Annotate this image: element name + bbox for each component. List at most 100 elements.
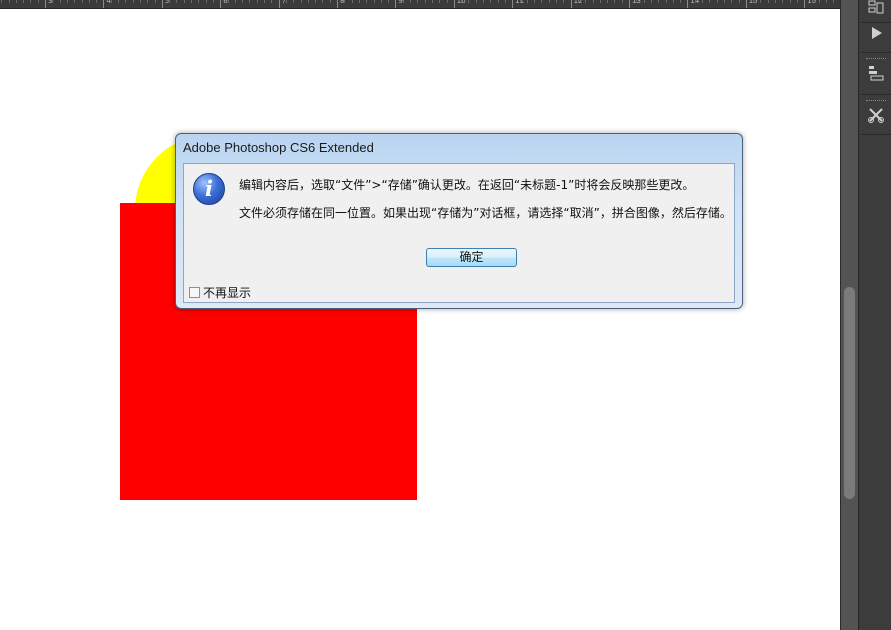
ruler-minor-tick — [431, 0, 433, 3]
dont-show-again-option[interactable]: 不再显示 — [189, 284, 251, 301]
ruler-minor-tick — [191, 0, 192, 3]
ruler-minor-tick — [483, 0, 484, 3]
ruler-minor-tick — [446, 0, 448, 3]
ruler-minor-tick — [1, 0, 3, 3]
ruler-minor-tick — [556, 0, 557, 3]
dialog-body: i 编辑内容后，选取“文件”>“存储”确认更改。在返回“未标题-1”时将会反映那… — [183, 163, 735, 303]
scrollbar-thumb[interactable] — [844, 287, 855, 499]
ruler-minor-tick — [709, 0, 711, 3]
ruler-minor-tick — [256, 0, 258, 3]
ruler-major-tick — [745, 0, 747, 8]
ruler-minor-tick — [118, 0, 119, 3]
ruler-minor-tick — [599, 0, 601, 3]
ruler-minor-tick — [636, 0, 638, 3]
ruler-minor-tick — [658, 0, 660, 3]
ruler-major-tick — [278, 0, 280, 8]
ruler-minor-tick — [665, 0, 667, 3]
ruler-minor-tick — [607, 0, 609, 3]
dont-show-again-label[interactable]: 不再显示 — [203, 284, 251, 301]
ruler-minor-tick — [315, 0, 317, 3]
vertical-scrollbar[interactable] — [840, 0, 859, 630]
ruler-minor-tick — [782, 0, 784, 3]
ruler-minor-tick — [534, 0, 536, 3]
dialog-message-line1: 编辑内容后，选取“文件”>“存储”确认更改。在返回“未标题-1”时将会反映那些更… — [239, 178, 695, 192]
ruler-major-tick — [570, 0, 572, 8]
ruler-minor-tick — [417, 0, 419, 3]
ruler-major-tick — [220, 0, 222, 8]
tool-presets-icon[interactable] — [864, 106, 888, 130]
ruler-minor-tick — [198, 0, 200, 3]
ruler-minor-tick — [563, 0, 565, 3]
ruler-major-tick — [103, 0, 105, 8]
play-icon[interactable] — [864, 24, 888, 48]
ruler-minor-tick — [322, 0, 324, 3]
ruler-minor-tick — [731, 0, 733, 3]
ruler-minor-tick — [702, 0, 703, 3]
ruler-minor-tick — [723, 0, 725, 3]
ruler-minor-tick — [694, 0, 696, 3]
ruler-minor-tick — [541, 0, 543, 3]
ruler-major-tick — [629, 0, 630, 8]
ruler-minor-tick — [23, 0, 25, 3]
ruler-minor-tick — [402, 0, 404, 3]
ruler-minor-tick — [88, 0, 90, 3]
ruler-major-tick — [337, 0, 338, 8]
ruler-minor-tick — [373, 0, 375, 3]
ruler-minor-tick — [592, 0, 594, 3]
ruler-minor-tick — [388, 0, 390, 3]
ruler-major-tick — [687, 0, 689, 8]
ruler-minor-tick — [110, 0, 112, 3]
ruler-major-tick — [45, 0, 46, 8]
ruler-minor-tick — [585, 0, 587, 3]
ruler-minor-tick — [490, 0, 492, 3]
ruler-minor-tick — [176, 0, 178, 3]
ruler-major-tick — [453, 0, 455, 8]
ruler-minor-tick — [818, 0, 820, 3]
ruler-minor-tick — [767, 0, 769, 3]
panel-toggle-icon[interactable] — [864, 0, 888, 24]
ruler-minor-tick — [833, 0, 835, 3]
ruler-minor-tick — [358, 0, 360, 3]
dont-show-again-checkbox[interactable] — [189, 287, 200, 298]
ruler-minor-tick — [716, 0, 718, 3]
ruler-minor-tick — [439, 0, 441, 3]
ruler-minor-tick — [680, 0, 682, 3]
ruler-minor-tick — [504, 0, 506, 3]
ruler-minor-tick — [169, 0, 171, 3]
layer-comps-icon[interactable] — [864, 64, 888, 88]
ruler-minor-tick — [300, 0, 302, 3]
dialog-title: Adobe Photoshop CS6 Extended — [183, 140, 374, 155]
ruler-minor-tick — [8, 0, 10, 3]
ruler-minor-tick — [548, 0, 550, 3]
ruler-minor-tick — [147, 0, 149, 3]
photoshop-info-dialog: Adobe Photoshop CS6 Extended i 编辑内容后，选取“… — [175, 133, 743, 309]
ruler-minor-tick — [59, 0, 61, 3]
document-canvas[interactable] — [0, 9, 840, 630]
ruler-major-tick — [161, 0, 163, 8]
ruler-minor-tick — [227, 0, 229, 3]
ruler-minor-tick — [475, 0, 477, 3]
ruler-minor-tick — [205, 0, 207, 3]
ruler-minor-tick — [461, 0, 463, 3]
horizontal-ruler: 345678910111213141516 — [0, 0, 842, 9]
ruler-minor-tick — [577, 0, 579, 3]
ruler-minor-tick — [672, 0, 674, 3]
ruler-minor-tick — [52, 0, 54, 3]
dialog-message-line2: 文件必须存储在同一位置。如果出现“存储为”对话框，请选择“取消”，拼合图像，然后… — [239, 206, 732, 220]
ok-button[interactable]: 确定 — [426, 248, 517, 267]
ruler-minor-tick — [74, 0, 76, 3]
ruler-minor-tick — [132, 0, 134, 3]
ruler-major-tick — [395, 0, 397, 8]
ruler-minor-tick — [519, 0, 521, 3]
ruler-minor-tick — [242, 0, 244, 3]
ruler-major-tick — [804, 0, 806, 8]
ruler-minor-tick — [643, 0, 645, 3]
ruler-minor-tick — [212, 0, 214, 3]
ruler-minor-tick — [410, 0, 411, 3]
ruler-minor-tick — [183, 0, 185, 3]
ruler-minor-tick — [760, 0, 762, 3]
ruler-minor-tick — [37, 0, 39, 3]
ruler-minor-tick — [249, 0, 251, 3]
ruler-minor-tick — [811, 0, 813, 3]
ruler-minor-tick — [81, 0, 83, 3]
